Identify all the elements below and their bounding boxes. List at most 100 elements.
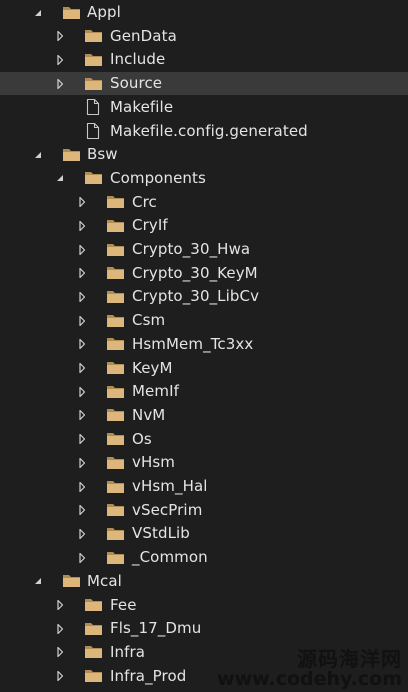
tree-item-crypto-30-hwa[interactable]: Crypto_30_Hwa <box>0 238 408 262</box>
folder-icon <box>106 242 125 257</box>
folder-icon <box>106 384 125 399</box>
tree-item-fls-17-dmu[interactable]: Fls_17_Dmu <box>0 617 408 641</box>
watermark-url: www.codehy.com <box>217 668 402 691</box>
tree-item-makefile[interactable]: Makefile <box>0 95 408 119</box>
tree-item-nvm[interactable]: NvM <box>0 403 408 427</box>
tree-item-label: Crypto_30_LibCv <box>132 287 260 306</box>
tree-item-vhsm-hal[interactable]: vHsm_Hal <box>0 475 408 499</box>
expanded-arrow-icon[interactable] <box>30 147 46 163</box>
tree-item-label: Bsw <box>87 145 118 164</box>
collapsed-arrow-icon[interactable] <box>52 597 68 613</box>
collapsed-arrow-icon[interactable] <box>74 431 90 447</box>
tree-item-crypto-30-keym[interactable]: Crypto_30_KeyM <box>0 261 408 285</box>
folder-icon <box>84 52 103 67</box>
tree-item-include[interactable]: Include <box>0 48 408 72</box>
tree-item-label: vSecPrim <box>132 500 203 519</box>
folder-icon <box>84 644 103 659</box>
collapsed-arrow-icon[interactable] <box>52 621 68 637</box>
folder-icon <box>62 573 81 588</box>
tree-item-cryif[interactable]: CryIf <box>0 214 408 238</box>
tree-item-vstdlib[interactable]: VStdLib <box>0 522 408 546</box>
collapsed-arrow-icon[interactable] <box>74 336 90 352</box>
collapsed-arrow-icon[interactable] <box>52 28 68 44</box>
tree-item-label: Mcal <box>87 571 122 590</box>
tree-item-label: _Common <box>132 548 208 567</box>
tree-item-label: Source <box>110 74 163 93</box>
tree-item-label: Infra_Prod <box>110 666 187 685</box>
folder-icon <box>106 289 125 304</box>
tree-item-label: MemIf <box>132 382 179 401</box>
tree-item-label: Fee <box>110 595 137 614</box>
collapsed-arrow-icon[interactable] <box>74 550 90 566</box>
tree-item-fee[interactable]: Fee <box>0 593 408 617</box>
tree-item-components[interactable]: Components <box>0 166 408 190</box>
tree-item-bsw[interactable]: Bsw <box>0 143 408 167</box>
tree-item-vhsm[interactable]: vHsm <box>0 451 408 475</box>
folder-icon <box>106 336 125 351</box>
tree-item-label: vHsm <box>132 453 175 472</box>
tree-item-label: Makefile <box>110 97 174 116</box>
collapsed-arrow-icon[interactable] <box>74 360 90 376</box>
tree-item-label: Csm <box>132 311 166 330</box>
tree-item-makefile-config-generated[interactable]: Makefile.config.generated <box>0 119 408 143</box>
tree-item-label: Crypto_30_Hwa <box>132 240 251 258</box>
tree-item-label: Os <box>132 429 152 448</box>
expanded-arrow-icon[interactable] <box>30 5 46 21</box>
watermark: 源码海洋网 www.codehy.com <box>217 649 402 690</box>
tree-item-csm[interactable]: Csm <box>0 309 408 333</box>
tree-item-mcal[interactable]: Mcal <box>0 569 408 593</box>
expanded-arrow-icon[interactable] <box>30 573 46 589</box>
watermark-site-name: 源码海洋网 <box>297 647 402 672</box>
tree-item-label: NvM <box>132 405 166 424</box>
tree-item-label: vHsm_Hal <box>132 477 208 495</box>
collapsed-arrow-icon[interactable] <box>52 668 68 684</box>
collapsed-arrow-icon[interactable] <box>52 52 68 68</box>
collapsed-arrow-icon[interactable] <box>74 407 90 423</box>
tree-item-label: Appl <box>87 3 121 21</box>
tree-item-keym[interactable]: KeyM <box>0 356 408 380</box>
tree-item-crc[interactable]: Crc <box>0 190 408 214</box>
folder-icon <box>84 668 103 683</box>
collapsed-arrow-icon[interactable] <box>52 76 68 92</box>
tree-item-appl[interactable]: Appl <box>0 1 408 25</box>
folder-icon <box>106 550 125 565</box>
collapsed-arrow-icon[interactable] <box>74 289 90 305</box>
tree-item-label: Crypto_30_KeyM <box>132 263 258 282</box>
tree-item-memif[interactable]: MemIf <box>0 380 408 404</box>
folder-icon <box>106 479 125 494</box>
collapsed-arrow-icon[interactable] <box>74 218 90 234</box>
tree-item-vsecprim[interactable]: vSecPrim <box>0 498 408 522</box>
tree-item-label: Makefile.config.generated <box>110 121 308 140</box>
expanded-arrow-icon[interactable] <box>52 170 68 186</box>
collapsed-arrow-icon[interactable] <box>74 479 90 495</box>
collapsed-arrow-icon[interactable] <box>74 526 90 542</box>
tree-item-label: Fls_17_Dmu <box>110 619 202 638</box>
file-icon <box>85 98 101 116</box>
tree-item-source[interactable]: Source <box>0 71 408 96</box>
folder-icon <box>106 407 125 422</box>
folder-icon <box>62 147 81 162</box>
collapsed-arrow-icon[interactable] <box>74 313 90 329</box>
collapsed-arrow-icon[interactable] <box>74 384 90 400</box>
folder-icon <box>106 502 125 517</box>
collapsed-arrow-icon[interactable] <box>74 194 90 210</box>
folder-icon <box>84 170 103 185</box>
tree-item-gendata[interactable]: GenData <box>0 24 408 48</box>
tree-item-crypto-30-libcv[interactable]: Crypto_30_LibCv <box>0 285 408 309</box>
tree-item-label: GenData <box>110 26 177 45</box>
tree-item-hsmmem-tc3xx[interactable]: HsmMem_Tc3xx <box>0 332 408 356</box>
folder-icon <box>62 5 81 20</box>
tree-item-common[interactable]: _Common <box>0 546 408 570</box>
folder-icon <box>84 621 103 636</box>
folder-icon <box>106 265 125 280</box>
collapsed-arrow-icon[interactable] <box>74 265 90 281</box>
folder-icon <box>106 526 125 541</box>
collapsed-arrow-icon[interactable] <box>74 502 90 518</box>
collapsed-arrow-icon[interactable] <box>74 455 90 471</box>
folder-icon <box>84 28 103 43</box>
collapsed-arrow-icon[interactable] <box>52 644 68 660</box>
tree-item-label: VStdLib <box>132 524 190 543</box>
folder-icon <box>106 313 125 328</box>
tree-item-os[interactable]: Os <box>0 427 408 451</box>
collapsed-arrow-icon[interactable] <box>74 242 90 258</box>
